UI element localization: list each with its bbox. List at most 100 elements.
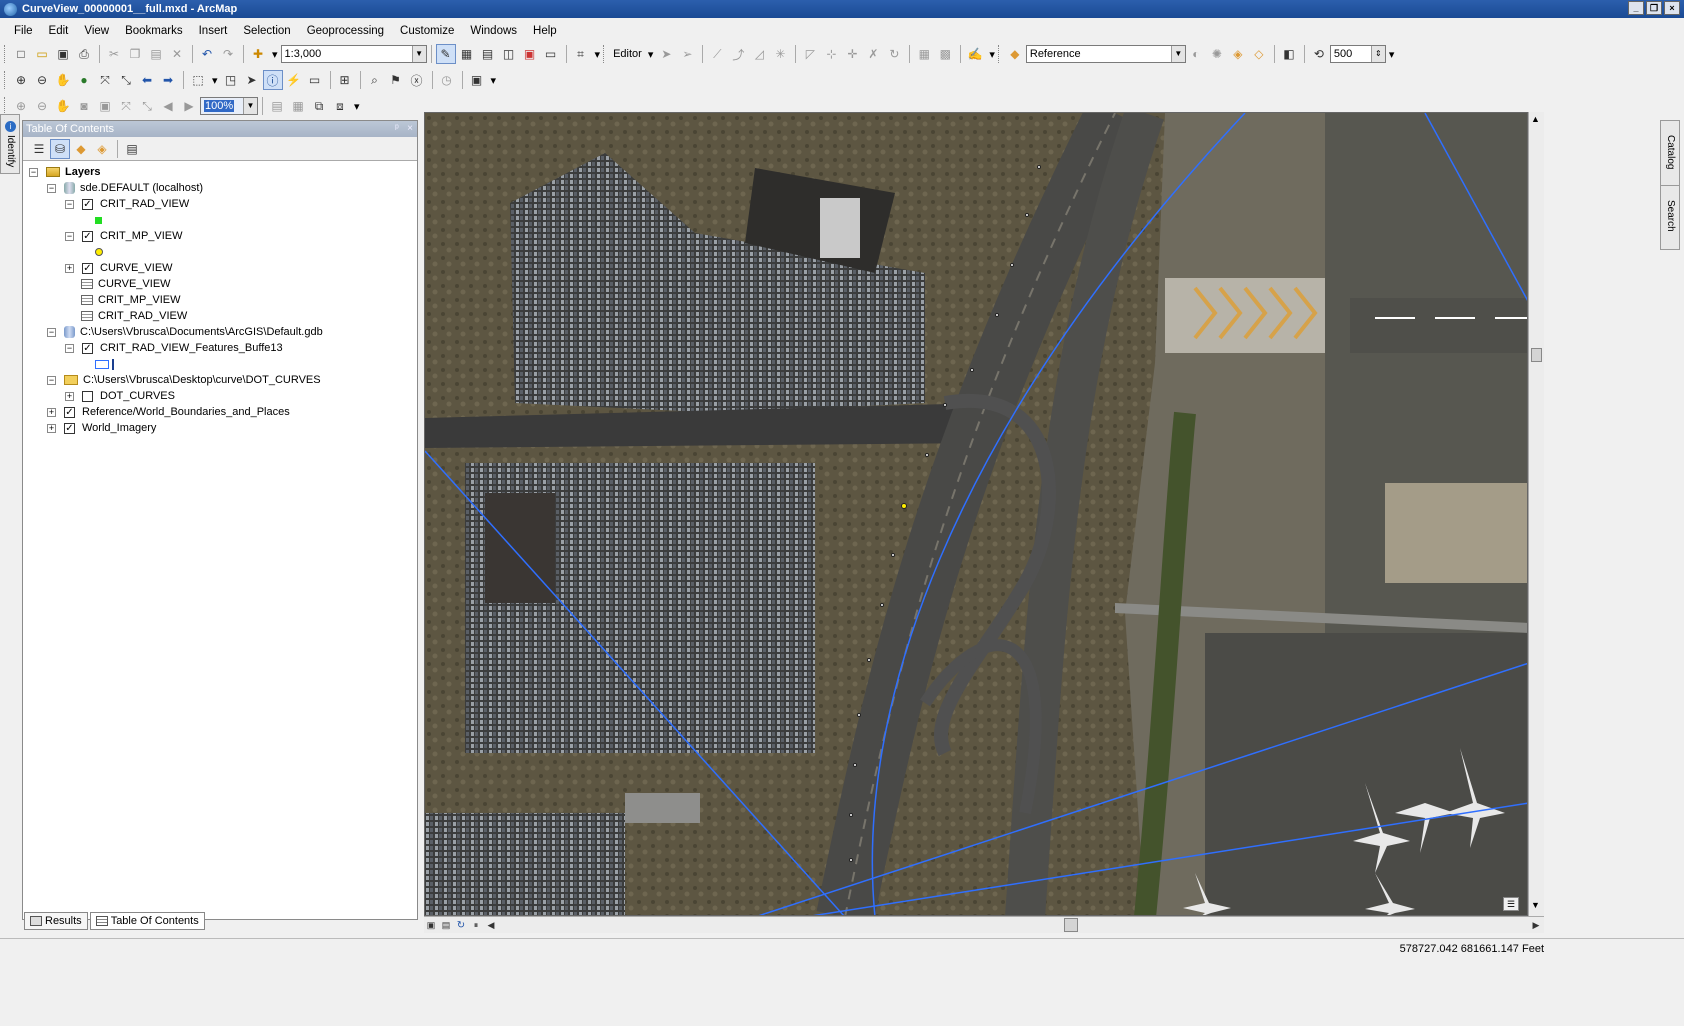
paste-icon[interactable]: ▤ — [146, 44, 166, 64]
route-point-marker[interactable] — [1010, 263, 1014, 267]
select-dropdown-icon[interactable]: ▾ — [209, 74, 221, 87]
editor-toolbar-icon[interactable]: ✎ — [435, 44, 456, 64]
layout-zoom-out-icon[interactable]: ⊖ — [32, 96, 52, 116]
contrast-icon[interactable]: ◧ — [1279, 44, 1299, 64]
layer-visibility-checkbox[interactable] — [82, 390, 93, 402]
open-folder-icon[interactable]: ▭ — [32, 44, 52, 64]
save-icon[interactable]: ▣ — [53, 44, 73, 64]
construction-tool-icon[interactable]: ◿ — [749, 44, 769, 64]
refresh-icon[interactable]: ↻ — [454, 918, 468, 932]
chevron-down-icon[interactable]: ▼ — [243, 98, 257, 114]
split-icon[interactable]: ✗ — [863, 44, 883, 64]
tree-row-crit-mp-view[interactable]: − ✓ CRIT_MP_VIEW — [65, 228, 183, 244]
magnifier-icon[interactable]: ☰ — [1503, 897, 1519, 911]
delete-icon[interactable]: ✕ — [167, 44, 187, 64]
scroll-thumb[interactable] — [1064, 918, 1078, 932]
collapse-icon[interactable]: − — [47, 375, 56, 385]
maximize-button[interactable]: ❐ — [1646, 1, 1662, 15]
attributes-icon[interactable]: ▦ — [914, 44, 934, 64]
route-point-marker[interactable] — [867, 658, 871, 662]
scroll-left-icon[interactable]: ◀ — [484, 918, 498, 932]
scroll-up-icon[interactable]: ▲ — [1531, 114, 1540, 124]
layout-pan-icon[interactable]: ✋ — [53, 96, 73, 116]
viewer-window-icon[interactable]: ▣ — [467, 70, 487, 90]
catalog-side-tab[interactable]: Catalog — [1661, 121, 1679, 183]
pan-icon[interactable]: ✋ — [53, 70, 73, 90]
route-point-marker[interactable] — [849, 813, 853, 817]
menu-bookmarks[interactable]: Bookmarks — [117, 25, 191, 37]
create-features-icon[interactable]: ✍ — [965, 44, 985, 64]
menu-view[interactable]: View — [76, 25, 117, 37]
menu-customize[interactable]: Customize — [392, 25, 462, 37]
expand-icon[interactable]: + — [47, 407, 56, 417]
layer-visibility-checkbox[interactable]: ✓ — [64, 422, 75, 434]
map-vertical-scrollbar[interactable]: ▲ ▼ — [1528, 112, 1544, 916]
route-point-marker[interactable] — [880, 603, 884, 607]
tree-row-crit-rad-view[interactable]: − ✓ CRIT_RAD_VIEW — [65, 196, 189, 212]
layer-visibility-checkbox[interactable]: ✓ — [82, 262, 93, 274]
route-point-marker[interactable] — [1037, 165, 1041, 169]
select-features-icon[interactable]: ⬚ — [188, 70, 208, 90]
tree-row-table-curve-view[interactable]: CURVE_VIEW — [81, 276, 171, 292]
zoom-100-icon[interactable]: ▣ — [95, 96, 115, 116]
tree-row-buffer-layer[interactable]: − ✓ CRIT_RAD_VIEW_Features_Buffe13 — [65, 340, 283, 356]
redo-icon[interactable]: ↷ — [218, 44, 238, 64]
zoom-whole-page-icon[interactable]: ◙ — [74, 96, 94, 116]
toolbar-overflow-icon[interactable]: ▾ — [592, 48, 604, 61]
tree-row-dot-curves[interactable]: + DOT_CURVES — [65, 388, 175, 404]
catalog-window-icon[interactable]: ▤ — [478, 44, 498, 64]
toc-window-icon[interactable]: ▦ — [457, 44, 477, 64]
hyperlink-icon[interactable]: ⚡ — [284, 70, 304, 90]
fixed-zoom-out-icon[interactable]: ⤡ — [116, 70, 136, 90]
fixed-zoom-in-icon[interactable]: ⤧ — [95, 70, 115, 90]
list-by-drawing-order-icon[interactable]: ☰ — [29, 139, 49, 159]
route-point-marker[interactable] — [1025, 213, 1029, 217]
layers-root[interactable]: − Layers — [29, 164, 100, 180]
list-by-visibility-icon[interactable]: ◆ — [71, 139, 91, 159]
copy-icon[interactable]: ❐ — [125, 44, 145, 64]
rotate-icon[interactable]: ↻ — [884, 44, 904, 64]
end-point-arc-icon[interactable]: ⤴ — [728, 44, 748, 64]
expand-icon[interactable]: + — [65, 263, 74, 273]
time-slider-icon[interactable]: ◷ — [437, 70, 457, 90]
data-driven-pages-icon[interactable]: ⧈ — [330, 96, 350, 116]
identify-side-tab[interactable]: i Identify — [0, 114, 20, 174]
modelbuilder-icon[interactable]: ⌗ — [571, 44, 591, 64]
pause-drawing-icon[interactable]: ⏸ — [469, 918, 483, 932]
expand-icon[interactable]: + — [47, 423, 56, 433]
collapse-icon[interactable]: − — [65, 199, 74, 209]
reshape-icon[interactable]: ⊹ — [821, 44, 841, 64]
expand-icon[interactable]: + — [65, 391, 74, 401]
previous-extent-icon[interactable]: ◀ — [158, 96, 178, 116]
toolbar-overflow-icon[interactable]: ▾ — [1386, 48, 1398, 61]
straight-segment-icon[interactable]: ⟋ — [707, 44, 727, 64]
route-point-marker[interactable] — [925, 453, 929, 457]
route-point-marker[interactable] — [970, 368, 974, 372]
distance-input[interactable]: 500 ⇕ — [1329, 45, 1386, 63]
print-icon[interactable]: ⎙ — [74, 44, 94, 64]
layer-visibility-checkbox[interactable]: ✓ — [82, 230, 93, 242]
horizontal-scroll-track[interactable] — [499, 918, 1529, 932]
chevron-down-icon[interactable]: ▼ — [411, 46, 426, 62]
undo-icon[interactable]: ↶ — [197, 44, 217, 64]
add-data-icon[interactable]: ✚ — [248, 44, 268, 64]
search-window-icon[interactable]: ◫ — [499, 44, 519, 64]
focus-data-frame-icon[interactable]: ▦ — [288, 96, 308, 116]
full-extent-icon[interactable]: ● — [74, 70, 94, 90]
python-window-icon[interactable]: ▭ — [541, 44, 561, 64]
list-by-source-icon[interactable]: ⛁ — [50, 138, 70, 159]
collapse-icon[interactable]: − — [47, 183, 56, 193]
cut-icon[interactable]: ✂ — [104, 44, 124, 64]
route-point-marker[interactable] — [857, 713, 861, 717]
collapse-icon[interactable]: − — [29, 167, 38, 177]
layer-visibility-checkbox[interactable]: ✓ — [64, 406, 75, 418]
tab-table-of-contents[interactable]: Table Of Contents — [89, 912, 205, 930]
zoom-in-icon[interactable]: ⊕ — [11, 70, 31, 90]
tree-row-table-crit-mp-view[interactable]: CRIT_MP_VIEW — [81, 292, 181, 308]
options-icon[interactable]: ▤ — [122, 139, 142, 159]
toolbar-overflow-icon[interactable]: ▾ — [488, 74, 500, 87]
close-icon[interactable]: × — [407, 123, 413, 134]
route-point-marker[interactable] — [943, 403, 947, 407]
flicker-icon[interactable]: ✺ — [1207, 44, 1227, 64]
menu-file[interactable]: File — [6, 25, 41, 37]
